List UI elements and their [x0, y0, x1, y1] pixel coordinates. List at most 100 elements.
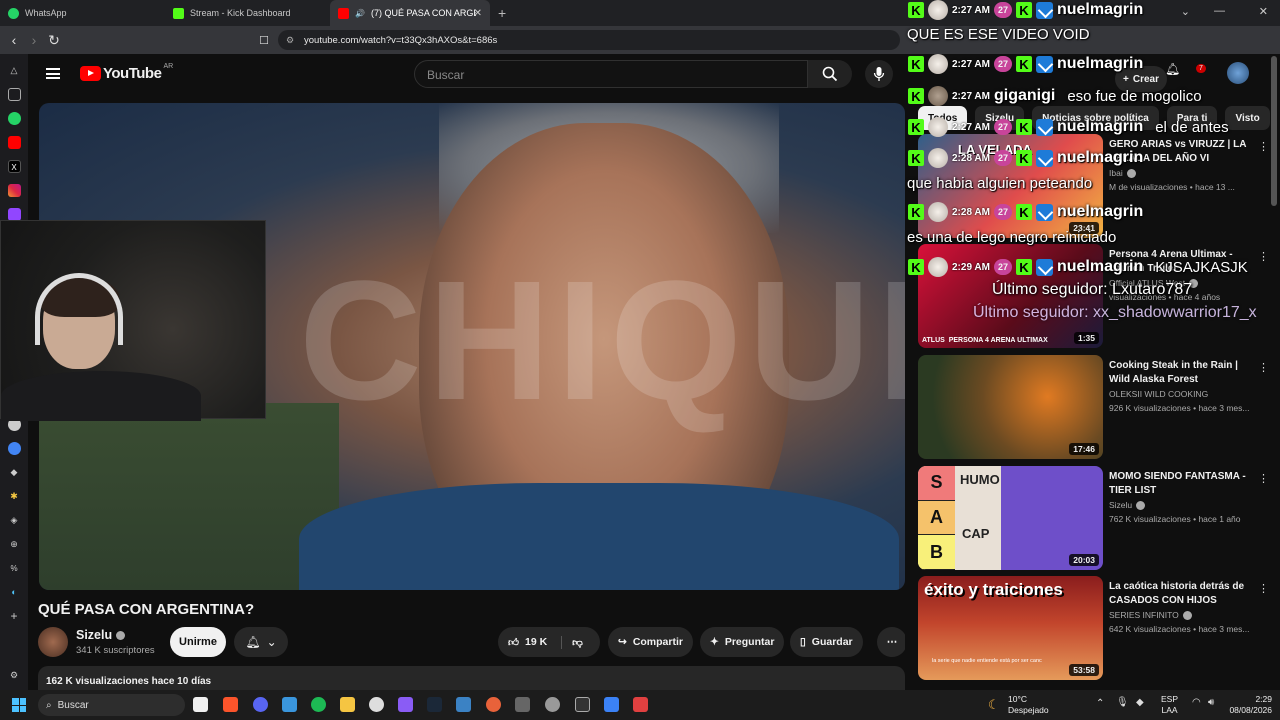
controller-icon[interactable]: [398, 697, 413, 712]
dislike-icon[interactable]: 👎︎: [561, 635, 583, 649]
whatsapp-sidebar-icon[interactable]: [7, 111, 21, 125]
search-button[interactable]: [808, 60, 852, 88]
recommended-title[interactable]: GERO ARIAS vs VIRUZZ | LA VELADA DEL AÑO…: [1109, 138, 1249, 166]
chip-for-you[interactable]: Para ti: [1166, 106, 1218, 130]
app-taskbar-icon-2[interactable]: [486, 697, 501, 712]
app-icon-4[interactable]: ◈: [8, 514, 21, 527]
brave-icon[interactable]: [223, 697, 238, 712]
taskbar-search[interactable]: ⌕ Buscar: [38, 694, 185, 716]
app-taskbar-icon-6[interactable]: [633, 697, 648, 712]
chip-politics[interactable]: Noticias sobre política: [1032, 106, 1159, 130]
video-thumbnail[interactable]: ATLUS PERSONA 4 ARENA ULTIMAX 1:35: [918, 244, 1103, 348]
recommended-title[interactable]: MOMO SIENDO FANTASMA - TIER LIST: [1109, 470, 1249, 498]
youtube-sidebar-icon[interactable]: [7, 135, 21, 149]
recommended-channel[interactable]: Ibai: [1109, 168, 1136, 179]
share-button[interactable]: ↪ Compartir: [608, 627, 693, 657]
forward-icon[interactable]: ›: [24, 32, 44, 48]
start-button[interactable]: [12, 698, 26, 712]
microphone-tray-icon[interactable]: 🎙︎: [1116, 697, 1129, 708]
recommended-video[interactable]: 17:46 Cooking Steak in the Rain | Wild A…: [918, 355, 1269, 459]
photos-icon[interactable]: [282, 697, 297, 712]
bookmarks-icon[interactable]: [7, 87, 21, 101]
recommended-channel[interactable]: Official ATLUS West: [1109, 278, 1199, 289]
url-field[interactable]: ⚙ youtube.com/watch?v=t33Qx3hAXOs&t=686s: [278, 30, 900, 50]
video-thumbnail[interactable]: 17:46: [918, 355, 1103, 459]
tab-youtube-video[interactable]: 🔊 (7) QUÉ PASA CON ARGENTIN ✕: [330, 0, 490, 26]
search-input[interactable]: Buscar: [414, 60, 808, 88]
youtube-logo[interactable]: YouTube AR: [80, 63, 173, 82]
ask-button[interactable]: ✦ Preguntar: [700, 627, 785, 657]
file-explorer-icon[interactable]: [340, 697, 355, 712]
close-tab-icon[interactable]: ✕: [474, 8, 482, 19]
subscription-bell-button[interactable]: 🔔︎ ⌄: [234, 627, 288, 657]
save-button[interactable]: ▯ Guardar: [790, 627, 863, 657]
channel-name[interactable]: Sizelu: [76, 628, 126, 642]
app-taskbar-icon[interactable]: [456, 697, 471, 712]
clock[interactable]: 2:29 08/08/2026: [1228, 694, 1272, 716]
recommended-video[interactable]: LA VELADA 23:41 GERO ARIAS vs VIRUZZ | L…: [918, 134, 1269, 238]
settings-gear-icon[interactable]: ⚙: [8, 669, 21, 682]
video-thumbnail[interactable]: SAB HUMO CAP 20:03: [918, 466, 1103, 570]
recommended-video[interactable]: ATLUS PERSONA 4 ARENA ULTIMAX 1:35 Perso…: [918, 244, 1269, 348]
recommended-title[interactable]: La caótica historia detrás de CASADOS CO…: [1109, 580, 1249, 608]
recommended-video[interactable]: SAB HUMO CAP 20:03 MOMO SIENDO FANTASMA …: [918, 466, 1269, 570]
add-panel-icon[interactable]: +: [8, 609, 21, 623]
wifi-icon[interactable]: ◠: [1192, 697, 1201, 708]
spotify-icon[interactable]: [311, 697, 326, 712]
menu-icon[interactable]: [46, 68, 60, 79]
instagram-icon[interactable]: [7, 183, 21, 197]
join-button[interactable]: Unirme: [170, 627, 226, 657]
language-indicator[interactable]: ESP LAA: [1161, 694, 1178, 716]
recommended-video[interactable]: éxito y traiciones la serie que nadie en…: [918, 576, 1269, 680]
tab-search-chevron-icon[interactable]: ⌄: [1181, 5, 1190, 18]
back-icon[interactable]: ‹: [4, 32, 24, 48]
epic-games-icon[interactable]: [575, 697, 590, 712]
more-actions-button[interactable]: ⋯: [877, 627, 907, 657]
chrome-icon[interactable]: [7, 441, 21, 455]
more-vertical-icon[interactable]: ⋮: [1258, 582, 1269, 595]
x-sidebar-icon[interactable]: X: [7, 159, 21, 173]
chip-sizelu[interactable]: Sizelu: [975, 106, 1025, 130]
user-avatar[interactable]: [1227, 62, 1249, 84]
more-vertical-icon[interactable]: ⋮: [1258, 250, 1269, 263]
site-info-icon[interactable]: ⚙: [286, 35, 294, 46]
more-vertical-icon[interactable]: ⋮: [1258, 361, 1269, 374]
recommended-channel[interactable]: Sizelu: [1109, 500, 1146, 511]
like-count[interactable]: 19 K: [525, 636, 547, 648]
tab-whatsapp[interactable]: WhatsApp: [0, 0, 165, 26]
app-taskbar-icon-3[interactable]: [515, 697, 530, 712]
bookmark-icon[interactable]: ☐: [254, 34, 274, 47]
recommended-title[interactable]: Persona 4 Arena Ultimax - Launch Trailer: [1109, 248, 1249, 276]
leo-icon[interactable]: △: [8, 64, 21, 77]
video-thumbnail[interactable]: LA VELADA 23:41: [918, 134, 1103, 238]
description-box[interactable]: 162 K visualizaciones hace 10 días: [38, 666, 905, 690]
app-taskbar-icon-4[interactable]: [545, 697, 560, 712]
app-taskbar-icon-5[interactable]: [604, 697, 619, 712]
app-icon-2[interactable]: ◆: [8, 466, 21, 479]
chip-watched[interactable]: Visto: [1225, 106, 1270, 130]
recommended-title[interactable]: Cooking Steak in the Rain | Wild Alaska …: [1109, 359, 1249, 387]
new-tab-button[interactable]: +: [498, 5, 506, 21]
recommended-channel[interactable]: OLEKSII WILD COOKING: [1109, 389, 1208, 399]
recommended-channel[interactable]: SERIES INFINITO: [1109, 610, 1192, 621]
reload-icon[interactable]: ↻: [44, 32, 64, 49]
discord-icon[interactable]: [253, 697, 268, 712]
channel-avatar[interactable]: [38, 627, 68, 657]
scrollbar[interactable]: [1271, 56, 1277, 206]
weather-icon[interactable]: ☾: [988, 697, 1000, 713]
tab-kick-dashboard[interactable]: Stream - Kick Dashboard: [165, 0, 330, 26]
voice-search-button[interactable]: [865, 60, 893, 88]
app-icon-6[interactable]: %: [8, 562, 21, 575]
twitch-icon[interactable]: [7, 207, 21, 221]
task-view-icon[interactable]: [193, 697, 208, 712]
like-icon[interactable]: 👍︎: [508, 636, 519, 649]
weather-widget[interactable]: 10°C Despejado: [1008, 694, 1049, 716]
notifications-bell-icon[interactable]: 🔔︎: [1165, 62, 1180, 76]
obs-icon[interactable]: [369, 697, 384, 712]
steam-icon[interactable]: [427, 697, 442, 712]
minimize-icon[interactable]: —: [1214, 5, 1225, 17]
chip-all[interactable]: Todos: [918, 106, 968, 130]
video-thumbnail[interactable]: éxito y traiciones la serie que nadie en…: [918, 576, 1103, 680]
more-vertical-icon[interactable]: ⋮: [1258, 140, 1269, 153]
window-close-icon[interactable]: ✕: [1259, 5, 1268, 18]
